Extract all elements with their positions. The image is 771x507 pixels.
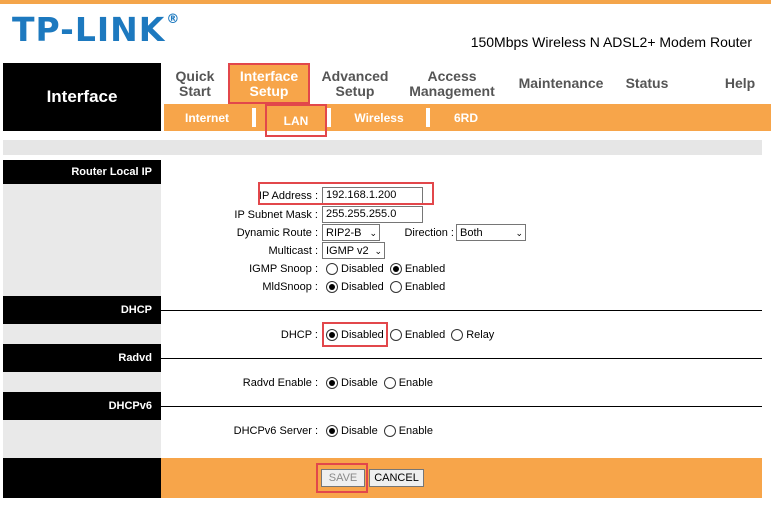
subnav-internet[interactable]: Internet	[174, 104, 240, 131]
left-panel	[3, 324, 161, 344]
ip-address-highlight	[258, 182, 434, 205]
direction-label: Direction :	[404, 227, 454, 239]
radvd-options: Disable Enable	[324, 377, 437, 389]
dhcp-label: DHCP :	[280, 329, 318, 341]
subnet-mask-input[interactable]: 255.255.255.0	[322, 206, 423, 223]
radio-label: Enabled	[404, 263, 446, 275]
section-divider	[161, 358, 762, 359]
subnav-separator	[252, 108, 256, 127]
dynamic-route-label: Dynamic Route :	[236, 227, 318, 239]
nav-quick-start[interactable]: Quick Start	[164, 63, 226, 104]
mld-snoop-enabled-radio[interactable]	[389, 281, 402, 293]
nav-status[interactable]: Status	[618, 63, 676, 104]
chevron-down-icon: ⌄	[374, 245, 382, 256]
model-name: 150Mbps Wireless N ADSL2+ Modem Router	[470, 34, 752, 50]
left-panel	[3, 184, 161, 296]
nav-interface-setup[interactable]: Interface Setup	[228, 63, 310, 104]
radvd-disable-radio[interactable]	[326, 377, 338, 389]
subnav-wireless[interactable]: Wireless	[344, 104, 414, 131]
section-divider	[161, 310, 762, 311]
subnav-separator	[327, 108, 331, 127]
multicast-select[interactable]: IGMP v2 ⌄	[322, 242, 385, 259]
radio-label: Relay	[466, 329, 495, 341]
radvd-enable-radio[interactable]	[383, 377, 396, 389]
subnet-mask-label: IP Subnet Mask :	[234, 209, 318, 221]
section-dhcpv6: DHCPv6	[3, 392, 161, 420]
direction-select[interactable]: Both ⌄	[456, 224, 526, 241]
radio-label: Disable	[341, 425, 378, 437]
igmp-snoop-enabled-radio[interactable]	[389, 263, 402, 275]
radio-label: Disabled	[341, 281, 384, 293]
dhcp-enabled-radio[interactable]	[389, 329, 402, 341]
footer-left	[3, 458, 161, 498]
mld-snoop-options: Disabled Enabled	[324, 281, 449, 293]
multicast-label: Multicast :	[268, 245, 318, 257]
mld-snoop-disabled-radio[interactable]	[326, 281, 338, 293]
radio-label: Disable	[341, 377, 378, 389]
left-panel	[3, 372, 161, 392]
dhcpv6-enable-radio[interactable]	[383, 425, 396, 437]
tp-link-logo: TP-LINK®	[12, 10, 181, 49]
content-top-bar	[3, 140, 762, 155]
nav-help[interactable]: Help	[719, 63, 761, 104]
nav-maintenance[interactable]: Maintenance	[516, 63, 606, 104]
nav-advanced-setup[interactable]: Advanced Setup	[314, 63, 396, 104]
subnav-separator	[426, 108, 430, 127]
subnav-6rd[interactable]: 6RD	[442, 104, 490, 131]
mld-snoop-label: MldSnoop :	[262, 281, 318, 293]
left-panel	[3, 420, 161, 458]
section-dhcp: DHCP	[3, 296, 161, 324]
radio-label: Enabled	[404, 329, 446, 341]
radio-label: Disabled	[341, 263, 384, 275]
subnav-lan[interactable]: LAN	[265, 104, 327, 137]
igmp-snoop-label: IGMP Snoop :	[249, 263, 318, 275]
dhcpv6-disable-radio[interactable]	[326, 425, 338, 437]
save-highlight	[316, 463, 368, 493]
dhcp-highlight	[322, 322, 388, 347]
sub-nav: Internet LAN Wireless 6RD	[164, 104, 771, 137]
radio-label: Enable	[398, 425, 433, 437]
footer-bar	[161, 458, 762, 498]
chevron-down-icon: ⌄	[369, 227, 377, 238]
radvd-enable-label: Radvd Enable :	[242, 377, 318, 389]
cancel-button[interactable]: CANCEL	[369, 469, 424, 487]
dynamic-route-select[interactable]: RIP2-B ⌄	[322, 224, 380, 241]
nav-access-management[interactable]: Access Management	[404, 63, 500, 104]
top-accent-line	[0, 0, 771, 4]
dhcpv6-options: Disable Enable	[324, 425, 437, 437]
dhcp-relay-radio[interactable]	[451, 329, 464, 341]
section-radvd: Radvd	[3, 344, 161, 372]
igmp-snoop-options: Disabled Enabled	[324, 263, 449, 275]
chevron-down-icon: ⌄	[515, 227, 523, 238]
section-divider	[161, 406, 762, 407]
section-router-local-ip: Router Local IP	[3, 160, 161, 184]
dhcpv6-server-label: DHCPv6 Server :	[233, 425, 318, 437]
radio-label: Enabled	[404, 281, 446, 293]
main-nav: Quick Start Interface Setup Advanced Set…	[164, 63, 771, 104]
nav-section-title: Interface	[3, 63, 161, 131]
igmp-snoop-disabled-radio[interactable]	[326, 263, 338, 275]
radio-label: Enable	[398, 377, 433, 389]
